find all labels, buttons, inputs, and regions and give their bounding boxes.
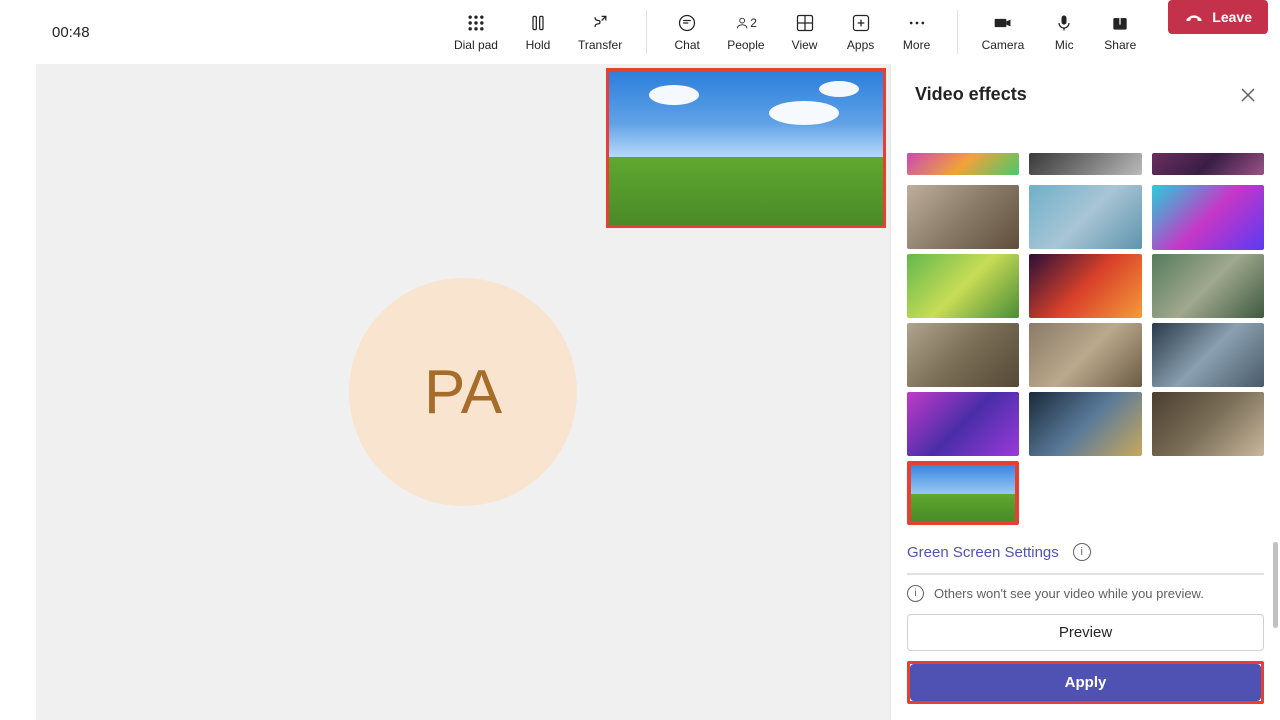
view-label: View	[792, 38, 818, 52]
view-button[interactable]: View	[777, 0, 833, 64]
background-thumb[interactable]	[1029, 323, 1141, 387]
dialpad-button[interactable]: Dial pad	[442, 0, 510, 64]
share-button[interactable]: Share	[1092, 0, 1148, 64]
more-icon	[906, 12, 928, 34]
background-grid	[891, 153, 1280, 525]
apply-button[interactable]: Apply	[910, 664, 1261, 701]
info-icon[interactable]: i	[1073, 543, 1091, 561]
background-thumb[interactable]	[907, 153, 1019, 175]
hold-label: Hold	[526, 38, 551, 52]
transfer-icon	[589, 12, 611, 34]
toolbar-separator	[957, 10, 958, 54]
camera-label: Camera	[982, 38, 1025, 52]
top-toolbar: 00:48 Dial pad Hold Transfer	[0, 0, 1280, 64]
green-screen-label: Green Screen Settings	[907, 544, 1059, 561]
camera-button[interactable]: Camera	[970, 0, 1037, 64]
background-thumb[interactable]	[907, 185, 1019, 249]
plus-box-icon	[850, 12, 872, 34]
background-thumb[interactable]	[907, 254, 1019, 318]
transfer-label: Transfer	[578, 38, 622, 52]
mic-label: Mic	[1055, 38, 1074, 52]
share-icon	[1109, 12, 1131, 34]
background-thumb[interactable]	[1029, 153, 1141, 175]
dialpad-label: Dial pad	[454, 38, 498, 52]
chat-icon	[676, 12, 698, 34]
background-thumb[interactable]	[907, 392, 1019, 456]
background-thumb[interactable]	[907, 323, 1019, 387]
people-label: People	[727, 38, 764, 52]
background-thumb[interactable]	[1152, 153, 1264, 175]
more-button[interactable]: More	[889, 0, 945, 64]
toolbar-separator	[646, 10, 647, 54]
green-screen-settings-link[interactable]: Green Screen Settings i	[891, 525, 1280, 565]
info-icon: i	[907, 585, 924, 602]
background-thumb[interactable]	[1152, 392, 1264, 456]
grid-icon	[794, 12, 816, 34]
hangup-icon	[1184, 7, 1204, 27]
background-thumb[interactable]	[1152, 323, 1264, 387]
self-preview-tile[interactable]	[606, 68, 886, 228]
chat-button[interactable]: Chat	[659, 0, 715, 64]
more-label: More	[903, 38, 930, 52]
participant-initials: PA	[424, 357, 502, 428]
preview-note: i Others won't see your video while you …	[907, 573, 1264, 614]
main-video-stage: PA	[36, 64, 890, 720]
people-button[interactable]: 2 People	[715, 0, 776, 64]
leave-label: Leave	[1212, 9, 1252, 25]
people-count: 2	[750, 16, 757, 30]
background-thumb[interactable]	[1152, 254, 1264, 318]
mic-button[interactable]: Mic	[1036, 0, 1092, 64]
apps-label: Apps	[847, 38, 874, 52]
panel-title: Video effects	[915, 84, 1027, 105]
chat-label: Chat	[675, 38, 700, 52]
background-thumb[interactable]	[1152, 185, 1264, 249]
preview-note-text: Others won't see your video while you pr…	[934, 586, 1204, 601]
participant-avatar: PA	[349, 278, 577, 506]
scrollbar-thumb[interactable]	[1273, 542, 1278, 628]
pause-icon	[527, 12, 549, 34]
background-thumb[interactable]	[1029, 392, 1141, 456]
mic-icon	[1053, 12, 1075, 34]
background-thumb[interactable]	[1029, 185, 1141, 249]
call-timer: 00:48	[52, 24, 90, 41]
close-icon[interactable]	[1240, 87, 1256, 103]
background-thumb[interactable]	[1029, 254, 1141, 318]
video-effects-panel: Video effects Green Screen Settings	[890, 64, 1280, 720]
hold-button[interactable]: Hold	[510, 0, 566, 64]
apps-button[interactable]: Apps	[833, 0, 889, 64]
background-thumb-selected[interactable]	[907, 461, 1019, 525]
dialpad-icon	[465, 12, 487, 34]
transfer-button[interactable]: Transfer	[566, 0, 634, 64]
camera-icon	[992, 12, 1014, 34]
preview-button[interactable]: Preview	[907, 614, 1264, 651]
share-label: Share	[1104, 38, 1136, 52]
people-icon: 2	[735, 12, 757, 34]
leave-button[interactable]: Leave	[1168, 0, 1268, 34]
